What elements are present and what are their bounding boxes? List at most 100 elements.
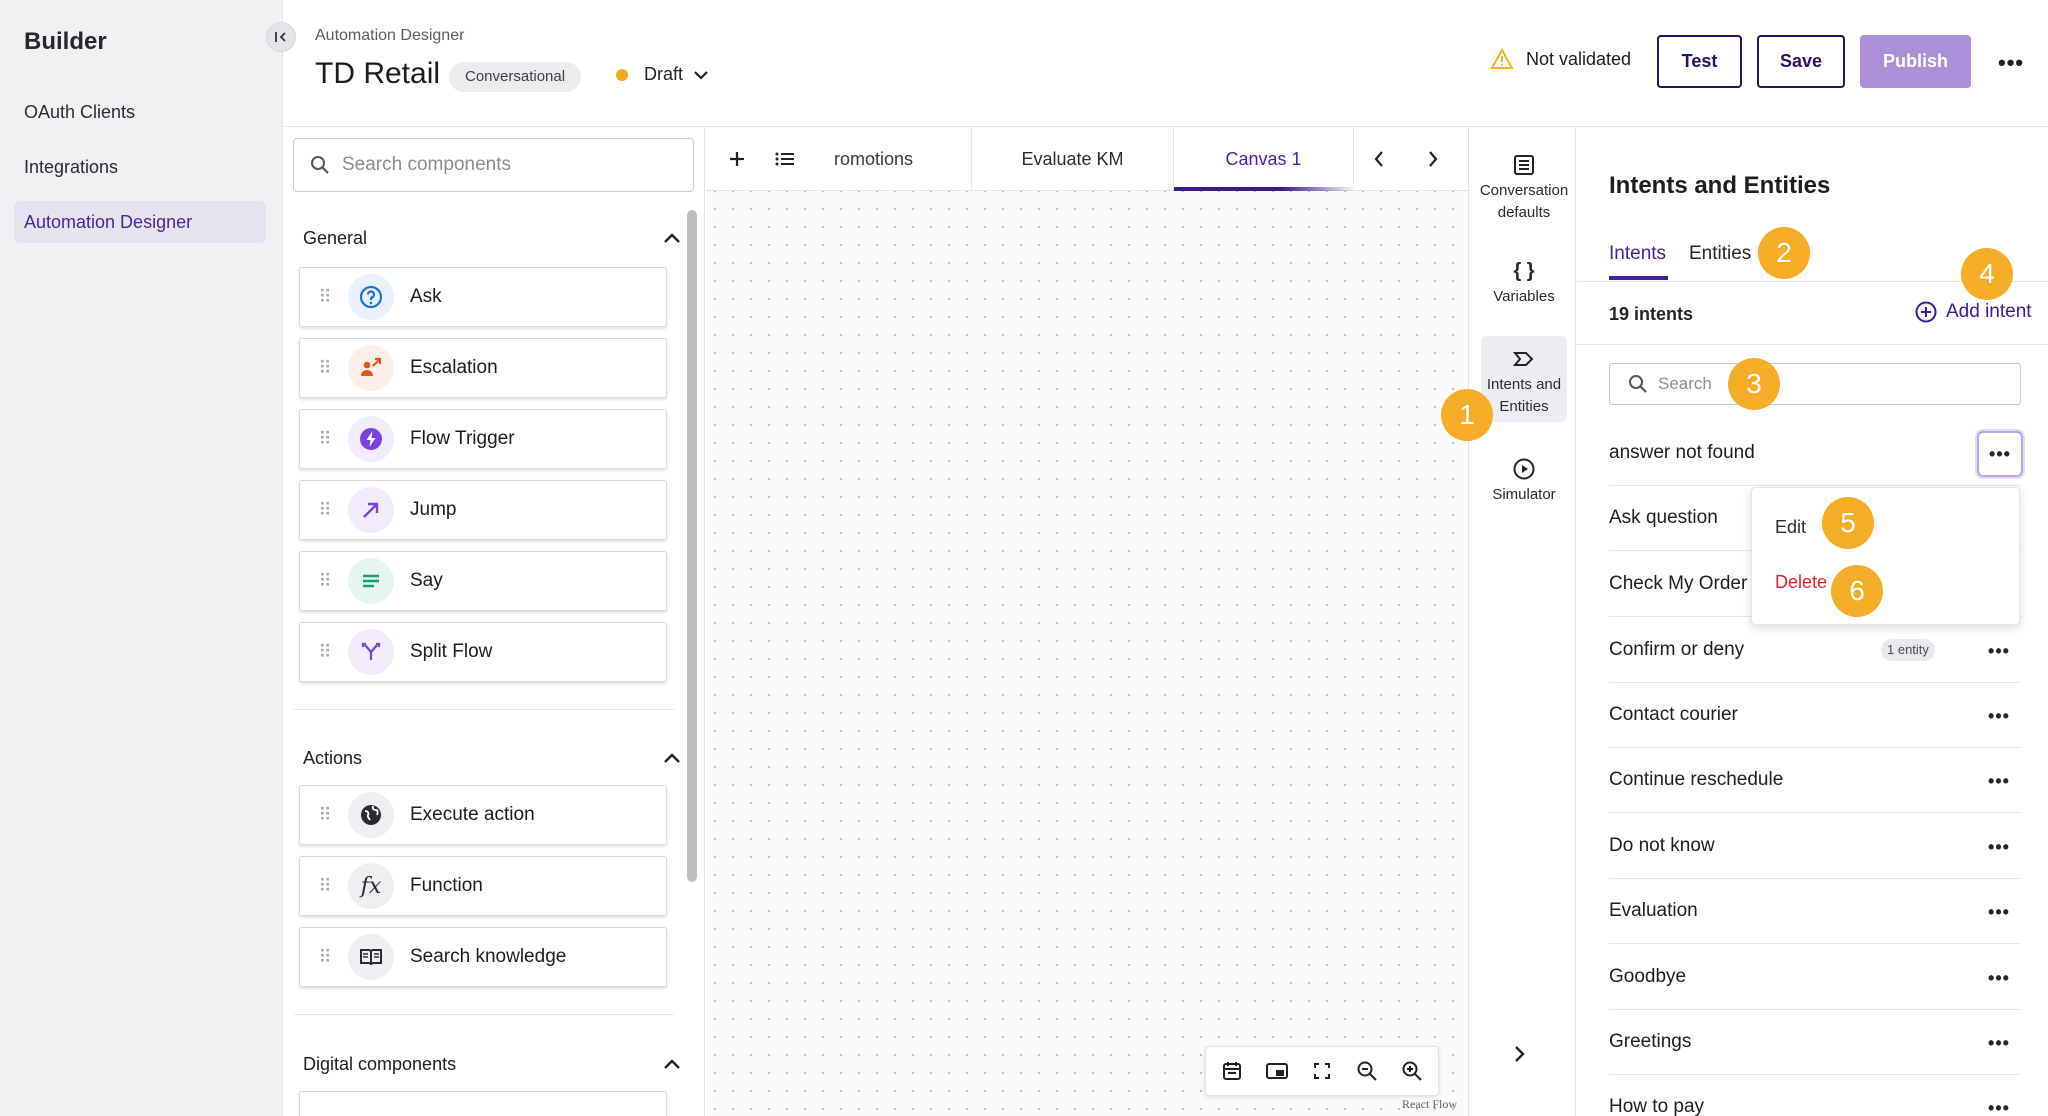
intent-row[interactable]: Do not know ••• (1609, 814, 2021, 879)
more-actions-icon[interactable]: ••• (1981, 635, 2017, 667)
group-general-header[interactable]: General (303, 218, 681, 258)
drag-handle-icon[interactable]: ⠿ (300, 948, 348, 966)
status-dropdown[interactable]: Draft (616, 64, 709, 85)
components-search[interactable] (293, 138, 694, 192)
component-partial[interactable] (299, 1091, 667, 1116)
group-digital-header[interactable]: Digital components (303, 1044, 681, 1084)
more-options-icon[interactable]: ••• (1998, 50, 2024, 76)
more-actions-icon[interactable]: ••• (1977, 431, 2023, 477)
drag-handle-icon[interactable]: ⠿ (300, 806, 348, 824)
more-actions-icon[interactable]: ••• (1981, 896, 2017, 928)
component-label: Search knowledge (410, 946, 567, 967)
drag-handle-icon[interactable]: ⠿ (300, 572, 348, 590)
play-circle-icon (1512, 454, 1536, 484)
group-divider (294, 1014, 674, 1015)
test-button[interactable]: Test (1657, 35, 1742, 88)
breadcrumb[interactable]: Automation Designer (315, 27, 464, 45)
menu-item-edit[interactable]: Edit (1775, 517, 1806, 538)
component-label: Split Flow (410, 641, 493, 662)
component-ask[interactable]: ⠿ Ask (299, 267, 667, 327)
group-title: Digital components (303, 1053, 457, 1074)
flow-canvas[interactable]: romotions Evaluate KM Canvas 1 React Flo… (706, 128, 1468, 1116)
component-say[interactable]: ⠿ Say (299, 551, 667, 611)
tab-entities[interactable]: Entities (1689, 243, 1751, 265)
intent-row[interactable]: Continue reschedule ••• (1609, 748, 2021, 813)
calendar-icon[interactable] (1214, 1053, 1250, 1089)
menu-item-delete[interactable]: Delete (1775, 572, 1827, 593)
component-label: Flow Trigger (410, 428, 515, 449)
component-execute-action[interactable]: ⠿ Execute action (299, 785, 667, 845)
component-function[interactable]: ⠿ fx Function (299, 856, 667, 916)
chevron-up-icon (664, 1059, 680, 1069)
intent-row[interactable]: Evaluation ••• (1609, 879, 2021, 944)
more-actions-icon[interactable]: ••• (1981, 831, 2017, 863)
component-label: Say (410, 570, 443, 591)
drag-handle-icon[interactable]: ⠿ (300, 643, 348, 661)
components-search-input[interactable] (342, 154, 672, 176)
add-tab-button[interactable] (722, 144, 752, 174)
expand-rail-button[interactable] (1513, 1044, 1527, 1069)
zoom-out-icon[interactable] (1349, 1053, 1385, 1089)
brand-title: Builder (24, 28, 107, 55)
collapse-sidebar-button[interactable] (266, 22, 296, 52)
component-search-knowledge[interactable]: ⠿ Search knowledge (299, 927, 667, 987)
more-actions-icon[interactable]: ••• (1981, 700, 2017, 732)
more-actions-icon[interactable]: ••• (1981, 765, 2017, 797)
intent-row[interactable]: Greetings ••• (1609, 1010, 2021, 1075)
component-label: Escalation (410, 357, 498, 378)
minimap-icon[interactable] (1259, 1053, 1295, 1089)
left-nav: Builder OAuth Clients Integrations Autom… (0, 0, 296, 1116)
component-jump[interactable]: ⠿ Jump (299, 480, 667, 540)
drag-handle-icon[interactable]: ⠿ (300, 501, 348, 519)
drag-handle-icon[interactable]: ⠿ (300, 288, 348, 306)
zoom-in-icon[interactable] (1394, 1053, 1430, 1089)
intents-search-input[interactable] (1658, 374, 1978, 394)
arrow-up-right-icon (348, 487, 394, 533)
tab-list-button[interactable] (770, 144, 800, 174)
fit-view-icon[interactable] (1304, 1053, 1340, 1089)
tab-evaluate-km[interactable]: Evaluate KM (972, 128, 1174, 191)
add-intent-button[interactable]: Add intent (1914, 300, 2032, 324)
components-scrollbar[interactable] (687, 210, 697, 882)
component-label: Execute action (410, 804, 535, 825)
component-escalation[interactable]: ⠿ Escalation (299, 338, 667, 398)
tabs-prev-button[interactable] (1364, 144, 1394, 174)
nav-item-automation-designer[interactable]: Automation Designer (14, 201, 266, 243)
more-actions-icon[interactable]: ••• (1981, 1027, 2017, 1059)
canvas-tab-bar: romotions Evaluate KM Canvas 1 (706, 128, 1468, 191)
list-icon (775, 152, 794, 166)
group-actions-header[interactable]: Actions (303, 738, 681, 778)
save-button[interactable]: Save (1757, 35, 1845, 88)
component-flow-trigger[interactable]: ⠿ Flow Trigger (299, 409, 667, 469)
react-flow-attribution[interactable]: React Flow (1402, 1097, 1457, 1112)
more-actions-icon[interactable]: ••• (1981, 1092, 2017, 1116)
rail-intents-entities[interactable]: Intents and Entities (1481, 336, 1567, 422)
panel-title: Intents and Entities (1609, 172, 1831, 199)
function-icon: fx (348, 863, 394, 909)
tabs-next-button[interactable] (1418, 144, 1448, 174)
intents-count: 19 intents (1609, 304, 1694, 324)
drag-handle-icon[interactable]: ⠿ (300, 430, 348, 448)
drag-handle-icon[interactable]: ⠿ (300, 359, 348, 377)
drag-handle-icon[interactable]: ⠿ (300, 877, 348, 895)
tab-promotions[interactable]: romotions (830, 128, 972, 191)
tab-canvas-1[interactable]: Canvas 1 (1174, 128, 1354, 191)
rail-variables[interactable]: { } Variables (1481, 248, 1567, 320)
intent-row[interactable]: Contact courier ••• (1609, 683, 2021, 748)
intent-row[interactable]: Goodbye ••• (1609, 945, 2021, 1010)
more-actions-icon[interactable]: ••• (1981, 962, 2017, 994)
tab-intents[interactable]: Intents (1609, 243, 1666, 265)
nav-item-integrations[interactable]: Integrations (14, 146, 266, 188)
nav-item-oauth-clients[interactable]: OAuth Clients (14, 91, 266, 133)
intents-search[interactable] (1609, 363, 2021, 405)
intent-row[interactable]: Confirm or deny 1 entity ••• (1609, 618, 2021, 683)
publish-button[interactable]: Publish (1860, 35, 1971, 88)
page-header: Automation Designer TD Retail Conversati… (284, 0, 2048, 127)
rail-simulator[interactable]: Simulator (1481, 446, 1567, 518)
rail-conversation-defaults[interactable]: Conversation defaults (1480, 142, 1568, 234)
intent-row[interactable]: How to pay ••• (1609, 1075, 2021, 1116)
intent-row[interactable]: answer not found ••• (1609, 421, 2023, 486)
list-icon (1513, 150, 1535, 180)
component-split-flow[interactable]: ⠿ Split Flow (299, 622, 667, 682)
components-panel: General ⠿ Ask ⠿ Escalation ⠿ Flow Trigge… (284, 128, 705, 1116)
